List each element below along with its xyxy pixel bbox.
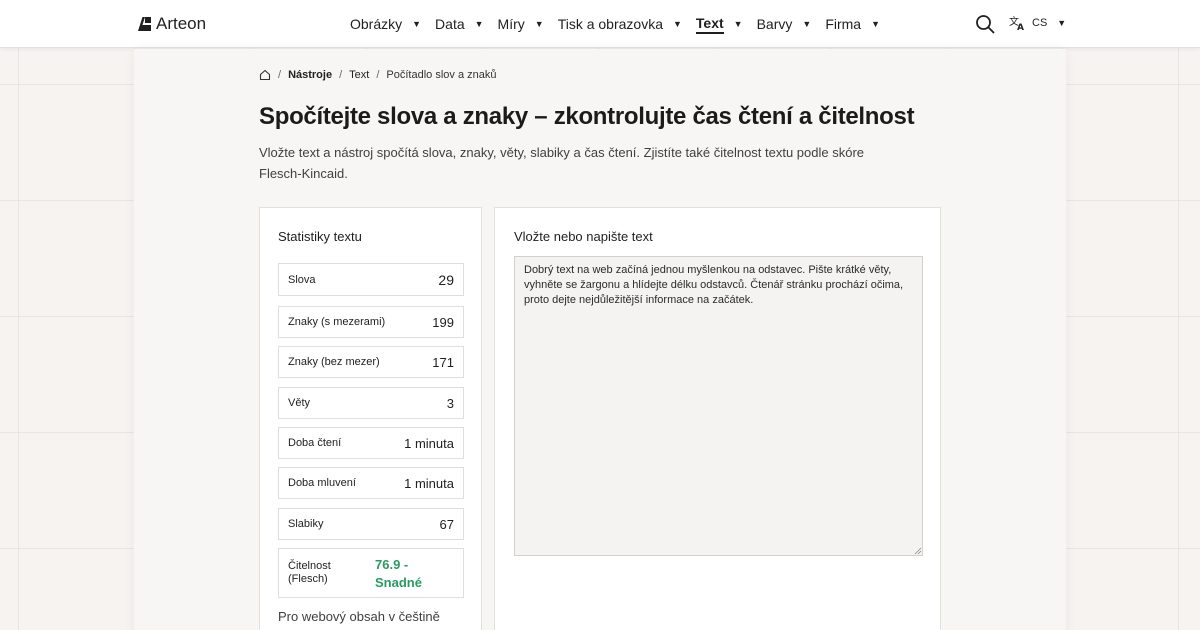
stat-label: Znaky (s mezerami) <box>288 316 386 328</box>
stat-row-speaking-time: Doba mluvení 1 minuta <box>278 467 464 499</box>
arteon-logo-icon <box>138 17 151 31</box>
caret-down-icon: ▼ <box>1057 18 1067 28</box>
caret-down-icon: ▼ <box>534 19 544 29</box>
nav-item-label: Data <box>435 16 465 32</box>
stat-value: 199 <box>432 314 454 330</box>
translate-icon: 文 A <box>1009 15 1024 31</box>
resize-handle-icon[interactable] <box>914 547 922 555</box>
breadcrumb-item-text[interactable]: Text <box>349 69 369 81</box>
text-input-area[interactable]: Dobrý text na web začíná jednou myšlenko… <box>514 256 923 556</box>
stat-label: Slabiky <box>288 518 324 530</box>
home-icon[interactable] <box>259 69 271 81</box>
language-code: CS <box>1032 17 1048 29</box>
nav-item-label: Tisk a obrazovka <box>557 16 663 32</box>
stat-row-chars-with-spaces: Znaky (s mezerami) 199 <box>278 306 464 338</box>
stat-row-reading-time: Doba čtení 1 minuta <box>278 427 464 459</box>
caret-down-icon: ▼ <box>733 19 743 29</box>
main-nav: Obrázky ▼ Data ▼ Míry ▼ Tisk a obrazovka… <box>350 0 894 48</box>
nav-item-label: Text <box>695 15 724 34</box>
text-statistics-card: Statistiky textu Slova 29 Znaky (s mezer… <box>259 207 482 630</box>
breadcrumb-separator: / <box>278 69 282 81</box>
nav-item-label: Míry <box>497 16 525 32</box>
breadcrumb-item-current: Počítadlo slov a znaků <box>386 69 497 81</box>
svg-text:A: A <box>1017 23 1024 31</box>
stat-value: 1 minuta <box>404 435 454 451</box>
stat-value: 29 <box>438 271 454 288</box>
nav-item-data[interactable]: Data ▼ <box>435 0 484 48</box>
stat-row-sentences: Věty 3 <box>278 387 464 419</box>
stat-row-chars-without-spaces: Znaky (bez mezer) 171 <box>278 346 464 378</box>
page-title: Spočítejte slova a znaky – zkontrolujte … <box>259 103 915 130</box>
search-icon[interactable] <box>975 14 995 34</box>
readability-score: 76.9 - Snadné <box>375 557 422 590</box>
breadcrumb-separator: / <box>339 69 343 81</box>
stat-row-words: Slova 29 <box>278 263 464 296</box>
breadcrumb-separator: / <box>376 69 380 81</box>
nav-item-miry[interactable]: Míry ▼ <box>498 0 544 48</box>
caret-down-icon: ▼ <box>673 19 682 29</box>
language-selector[interactable]: 文 A CS ▼ <box>1009 15 1066 31</box>
editor-heading: Vložte nebo napište text <box>514 229 653 244</box>
nav-item-label: Barvy <box>756 16 793 32</box>
caret-down-icon: ▼ <box>871 19 881 29</box>
caret-down-icon: ▼ <box>412 19 422 29</box>
nav-item-label: Firma <box>825 16 862 32</box>
stat-value: 67 <box>439 516 454 532</box>
nav-item-text[interactable]: Text ▼ <box>695 0 743 48</box>
nav-item-tisk-a-obrazovka[interactable]: Tisk a obrazovka ▼ <box>558 0 682 48</box>
readability-label: Čitelnost (Flesch) <box>288 560 331 585</box>
stat-label: Doba čtení <box>288 437 342 449</box>
top-navigation-bar: Arteon Obrázky ▼ Data ▼ Míry ▼ Tisk a ob… <box>0 0 1200 48</box>
nav-item-firma[interactable]: Firma ▼ <box>825 0 880 48</box>
caret-down-icon: ▼ <box>802 19 812 29</box>
nav-item-label: Obrázky <box>350 16 403 32</box>
readability-note: Pro webový obsah v češtině <box>278 609 440 624</box>
brand-logo[interactable]: Arteon <box>137 14 206 34</box>
stat-label: Doba mluvení <box>288 477 356 489</box>
stat-row-readability: Čitelnost (Flesch) 76.9 - Snadné <box>278 548 464 598</box>
stat-value: 3 <box>446 395 454 411</box>
stat-value: 171 <box>432 354 454 370</box>
stat-value: 1 minuta <box>404 475 454 491</box>
caret-down-icon: ▼ <box>474 19 484 29</box>
breadcrumb-item-nastroje[interactable]: Nástroje <box>288 69 332 81</box>
stat-label: Věty <box>288 397 311 409</box>
page-description: Vložte text a nástroj spočítá slova, zna… <box>259 145 865 181</box>
nav-item-barvy[interactable]: Barvy ▼ <box>757 0 812 48</box>
stats-heading: Statistiky textu <box>278 229 362 244</box>
stat-label: Znaky (bez mezer) <box>288 356 380 368</box>
stat-label: Slova <box>288 273 316 286</box>
brand-name: Arteon <box>156 14 207 33</box>
text-input-card: Vložte nebo napište text Dobrý text na w… <box>494 207 941 630</box>
stat-row-syllables: Slabiky 67 <box>278 508 464 540</box>
breadcrumb: / Nástroje / Text / Počítadlo slov a zna… <box>259 69 496 81</box>
nav-item-obrazky[interactable]: Obrázky ▼ <box>350 0 421 48</box>
